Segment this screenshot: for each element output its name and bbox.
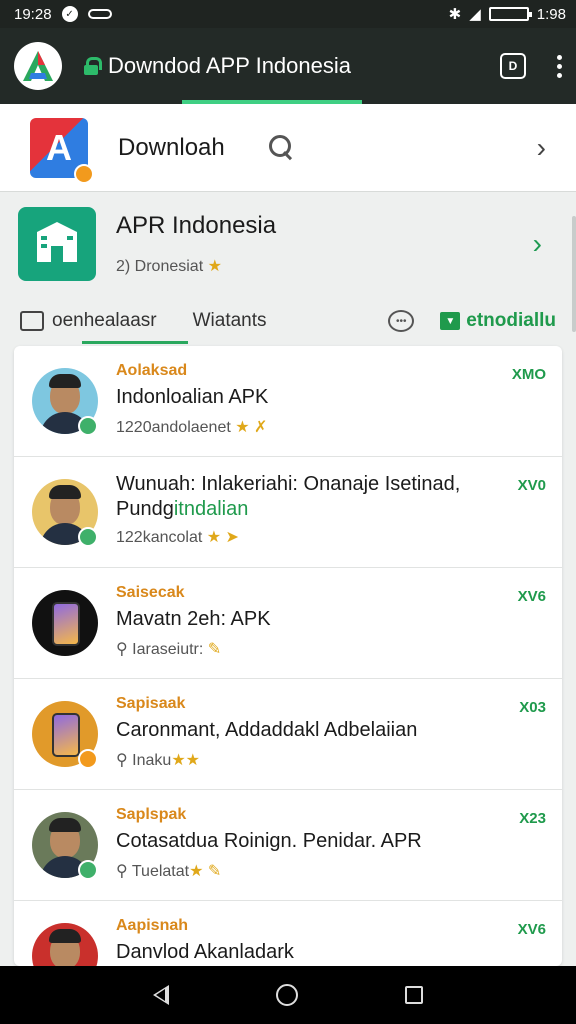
bluetooth-icon: ✱ <box>448 6 462 23</box>
recent-apps-icon[interactable] <box>404 986 423 1004</box>
avatar <box>32 590 98 656</box>
list-item[interactable]: Aolaksad Indonloalian APK 1220andolaenet… <box>14 346 562 457</box>
item-meta: ⚲ Inaku★★ <box>116 752 200 769</box>
item-category: Aolaksad <box>116 362 188 379</box>
chevron-right-icon[interactable]: › <box>533 228 542 260</box>
chevron-right-icon[interactable]: › <box>537 132 546 164</box>
bookmark-icon <box>20 311 44 331</box>
status-bar: 19:28 ✓ ✱ ◢ 1:98 <box>0 0 576 28</box>
item-meta: ⚲ Tuelatat★ ✎ <box>116 863 222 880</box>
logo-a-icon <box>23 51 53 81</box>
app-logo[interactable] <box>14 42 62 90</box>
store-app-icon: A <box>30 117 94 184</box>
tab-bar: oenhealaasr Wiatants ••• ▼ etnodiallu <box>0 296 576 346</box>
item-category: Sapisaak <box>116 695 186 712</box>
item-category: Saplspak <box>116 806 187 823</box>
item-meta: 1220andolaenet ★ ✗ <box>116 419 268 436</box>
item-size: XV6 <box>517 921 546 938</box>
tab-label: oenhealaasr <box>52 310 157 331</box>
search-row[interactable]: A Downloah › <box>0 104 576 192</box>
item-meta: 122kancolat ★ ➤ <box>116 529 239 546</box>
list-item[interactable]: Saisecak Mavatn 2eh: APK ⚲ Iaraseiutr: ✎… <box>14 568 562 679</box>
verified-badge-icon <box>78 416 98 436</box>
item-title: Caronmant, Addaddakl Adbelaiian <box>116 719 418 741</box>
star-icon: ★ ✗ <box>235 419 268 436</box>
item-meta: ⚲ Iaraseiutr: ✎ <box>116 641 222 658</box>
list-item[interactable]: Aapisnah Danvlod Akanladark XV6 <box>14 901 562 966</box>
overflow-menu-icon[interactable] <box>556 54 562 78</box>
voicemail-icon <box>87 9 112 19</box>
star-icon: ★ ✎ <box>189 863 222 880</box>
notification-icon: ✓ <box>61 6 78 22</box>
wifi-icon: ◢ <box>469 6 481 23</box>
pencil-icon: ✎ <box>207 641 222 658</box>
item-title: Indonloalian APK <box>116 386 269 408</box>
app-name: APR Indonesia <box>116 212 277 239</box>
system-nav-bar <box>0 966 576 1024</box>
list-item[interactable]: Saplspak Cotasatdua Roinign. Penidar. AP… <box>14 790 562 901</box>
back-icon[interactable] <box>153 985 170 1005</box>
apk-list: Aolaksad Indonloalian APK 1220andolaenet… <box>14 346 562 966</box>
item-category: Saisecak <box>116 584 185 601</box>
chat-icon[interactable]: ••• <box>388 310 415 332</box>
home-icon[interactable] <box>275 984 298 1006</box>
status-clock: 1:98 <box>536 5 566 23</box>
download-icon: ▼ <box>440 312 461 330</box>
building-icon <box>37 222 77 262</box>
star-icon: ★★ <box>171 752 200 769</box>
tab-overview[interactable]: oenhealaasr <box>20 296 188 346</box>
page-title: Downdod APP Indonesia <box>108 53 351 78</box>
verified-badge-icon <box>78 527 98 547</box>
tab-label: Wiatants <box>192 310 267 331</box>
app-icon <box>18 207 96 281</box>
item-size: X23 <box>519 810 546 827</box>
app-header[interactable]: APR Indonesia 2) Dronesiat ★ › <box>0 196 576 292</box>
badge-icon <box>78 749 98 769</box>
item-title: Danvlod Akanladark <box>116 941 294 963</box>
tab-variants[interactable]: Wiatants <box>193 296 267 346</box>
app-bar: Downdod APP Indonesia D <box>0 28 576 104</box>
app-subtitle: 2) Dronesiat ★ <box>116 258 222 275</box>
item-size: XV6 <box>517 588 546 605</box>
verified-badge-icon <box>78 860 98 880</box>
search-icon[interactable] <box>268 134 295 161</box>
item-category: Aapisnah <box>116 917 189 934</box>
star-icon: ★ ➤ <box>206 529 239 546</box>
search-label: Downloah <box>118 133 225 161</box>
item-title: Cotasatdua Roinign. Penidar. APR <box>116 830 422 852</box>
list-item[interactable]: Sapisaak Caronmant, Addaddakl Adbelaiian… <box>14 679 562 790</box>
download-tab-button[interactable]: ▼ etnodiallu <box>440 310 556 332</box>
list-item[interactable]: Wunuah: Inlakeriahi: Onanaje Isetinad, P… <box>14 457 562 568</box>
item-title: Wunuah: Inlakeriahi: Onanaje Isetinad, <box>116 473 461 495</box>
tab-switcher-button[interactable]: D <box>500 53 526 79</box>
lock-icon <box>84 57 102 75</box>
item-title: Mavatn 2eh: APK <box>116 608 271 630</box>
item-size: XV0 <box>517 477 546 494</box>
avatar <box>32 923 98 966</box>
item-title-line2: Pundgitndalian <box>116 498 249 520</box>
battery-icon <box>488 7 532 21</box>
item-size: XMO <box>511 366 546 383</box>
item-size: X03 <box>519 699 546 716</box>
tab-label: etnodiallu <box>466 310 556 331</box>
star-icon: ★ <box>207 258 222 275</box>
status-time: 19:28 <box>14 5 52 23</box>
